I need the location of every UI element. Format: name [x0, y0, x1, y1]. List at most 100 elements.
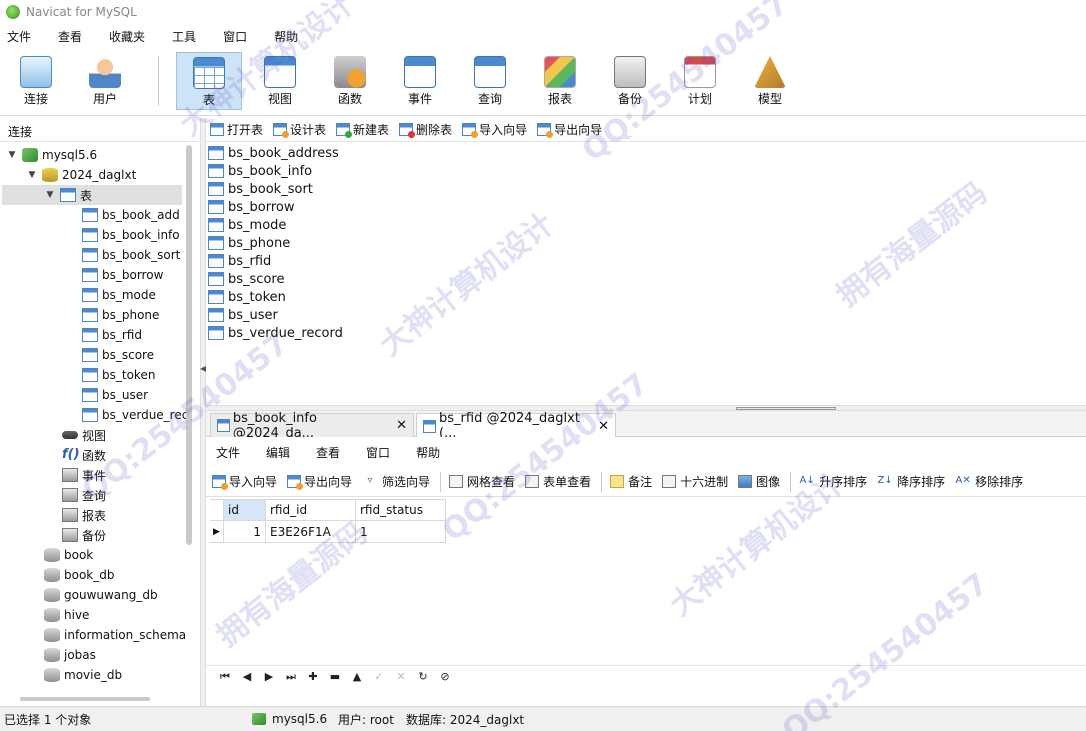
tree-database-open[interactable]: ▼ 2024_daglxt [26, 165, 136, 185]
tree-table-item[interactable]: bs_book_add [82, 205, 180, 225]
tree-database-item[interactable]: movie_db [44, 665, 122, 685]
tree-tables-node[interactable]: ▼ 表 [2, 185, 182, 205]
tree-database-item[interactable]: information_schema [44, 625, 186, 645]
hex-button[interactable]: 十六进制 [662, 473, 728, 490]
apply-changes-icon[interactable]: ✓ [368, 670, 390, 683]
delete-table-button[interactable]: 删除表 [399, 121, 452, 138]
stop-icon[interactable]: ⊘ [434, 670, 456, 683]
object-list-item[interactable]: bs_rfid [208, 252, 271, 270]
object-list-item[interactable]: bs_user [208, 306, 278, 324]
object-list-item[interactable]: bs_phone [208, 234, 290, 252]
toolbar-user-button[interactable]: 用户 [72, 52, 138, 110]
menu-window[interactable]: 窗口 [216, 28, 257, 45]
object-list-item[interactable]: bs_book_sort [208, 180, 313, 198]
tree-vertical-scrollbar[interactable] [186, 145, 192, 545]
inner-menu-view[interactable]: 查看 [316, 444, 340, 461]
refresh-icon[interactable]: ↻ [412, 670, 434, 683]
column-header-rfid-id[interactable]: rfid_id [266, 499, 356, 521]
table-row[interactable]: ▶ 1 E3E26F1A 1 [210, 521, 446, 543]
inner-menu-window[interactable]: 窗口 [366, 444, 390, 461]
remove-sort-button[interactable]: A✕ 移除排序 [955, 473, 1024, 490]
first-record-icon[interactable]: ⏮ [214, 670, 236, 684]
tree-database-item[interactable]: book_db [44, 565, 114, 585]
tree-functions-node[interactable]: f() 函数 [62, 445, 106, 465]
tree-table-item[interactable]: bs_score [82, 345, 154, 365]
tab-bs-book-info[interactable]: bs_book_info @2024_da... ✕ [210, 411, 414, 441]
next-record-icon[interactable]: ▶ [258, 670, 280, 683]
inner-menu-help[interactable]: 帮助 [416, 444, 440, 461]
chevron-down-icon[interactable]: ▼ [44, 190, 56, 200]
column-header-rfid-status[interactable]: rfid_status [356, 499, 446, 521]
toolbar-event-button[interactable]: 事件 [387, 52, 453, 110]
tree-table-item[interactable]: bs_token [82, 365, 155, 385]
toolbar-connection-button[interactable]: 连接 [3, 52, 69, 110]
image-button[interactable]: 图像 [738, 473, 780, 490]
add-record-icon[interactable]: ✚ [302, 670, 324, 683]
edit-record-icon[interactable]: ▲ [346, 670, 368, 683]
filter-wizard-button[interactable]: ▿ 筛选向导 [362, 473, 431, 490]
tree-table-item[interactable]: bs_verdue_rec [82, 405, 188, 425]
cell-id[interactable]: 1 [224, 521, 266, 543]
cell-rfid-status[interactable]: 1 [356, 521, 446, 543]
object-list-item[interactable]: bs_book_info [208, 162, 312, 180]
tree-table-item[interactable]: bs_phone [82, 305, 159, 325]
menu-file[interactable]: 文件 [0, 28, 41, 45]
export-wizard-button[interactable]: 导出向导 [537, 121, 602, 138]
tree-views-node[interactable]: 视图 [62, 425, 106, 445]
new-table-button[interactable]: 新建表 [336, 121, 389, 138]
tree-table-item[interactable]: bs_book_sort [82, 245, 180, 265]
close-icon[interactable]: ✕ [396, 418, 407, 433]
chevron-down-icon[interactable]: ▼ [26, 170, 38, 180]
chevron-down-icon[interactable]: ▼ [6, 150, 18, 160]
import-wizard-button[interactable]: 导入向导 [212, 473, 277, 490]
column-header-id[interactable]: id [224, 499, 266, 521]
object-list-item[interactable]: bs_verdue_record [208, 324, 343, 342]
tree-horizontal-scrollbar[interactable] [20, 697, 150, 701]
import-wizard-button[interactable]: 导入向导 [462, 121, 527, 138]
delete-record-icon[interactable]: ▬ [324, 670, 346, 683]
toolbar-view-button[interactable]: 视图 [247, 52, 313, 110]
object-list-item[interactable]: bs_mode [208, 216, 286, 234]
tree-database-item[interactable]: hive [44, 605, 89, 625]
open-table-button[interactable]: 打开表 [210, 121, 263, 138]
tree-reports-node[interactable]: 报表 [62, 505, 106, 525]
design-table-button[interactable]: 设计表 [273, 121, 326, 138]
object-list-item[interactable]: bs_book_address [208, 144, 339, 162]
grid-view-button[interactable]: 网格查看 [449, 473, 515, 490]
inner-menu-file[interactable]: 文件 [216, 444, 240, 461]
tree-table-item[interactable]: bs_book_info [82, 225, 180, 245]
close-icon[interactable]: ✕ [598, 419, 609, 434]
memo-button[interactable]: 备注 [610, 473, 652, 490]
toolbar-schedule-button[interactable]: 计划 [667, 52, 733, 110]
toolbar-query-button[interactable]: 查询 [457, 52, 523, 110]
object-list-item[interactable]: bs_token [208, 288, 286, 306]
object-list-item[interactable]: bs_borrow [208, 198, 295, 216]
sort-descending-button[interactable]: Z↓ 降序排序 [877, 473, 946, 490]
discard-changes-icon[interactable]: ✕ [390, 670, 412, 683]
form-view-button[interactable]: 表单查看 [525, 473, 591, 490]
export-wizard-button[interactable]: 导出向导 [287, 473, 352, 490]
menu-view[interactable]: 查看 [51, 28, 92, 45]
inner-menu-edit[interactable]: 编辑 [266, 444, 290, 461]
cell-rfid-id[interactable]: E3E26F1A [266, 521, 356, 543]
tree-events-node[interactable]: 事件 [62, 465, 106, 485]
toolbar-table-button[interactable]: 表 [176, 52, 242, 110]
tree-database-item[interactable]: gouwuwang_db [44, 585, 158, 605]
tree-table-item[interactable]: bs_mode [82, 285, 156, 305]
tree-table-item[interactable]: bs_user [82, 385, 148, 405]
tree-table-item[interactable]: bs_borrow [82, 265, 163, 285]
menu-tools[interactable]: 工具 [165, 28, 206, 45]
toolbar-backup-button[interactable]: 备份 [597, 52, 663, 110]
last-record-icon[interactable]: ⏭ [280, 670, 302, 684]
tab-bs-rfid[interactable]: bs_rfid @2024_daglxt (... ✕ [416, 411, 616, 441]
tree-database-item[interactable]: book [44, 545, 93, 565]
menu-help[interactable]: 帮助 [267, 28, 308, 45]
tree-database-item[interactable]: jobas [44, 645, 96, 665]
object-list-item[interactable]: bs_score [208, 270, 284, 288]
toolbar-model-button[interactable]: 模型 [737, 52, 803, 110]
toolbar-report-button[interactable]: 报表 [527, 52, 593, 110]
tree-table-item[interactable]: bs_rfid [82, 325, 142, 345]
previous-record-icon[interactable]: ◀ [236, 670, 258, 683]
tree-queries-node[interactable]: 查询 [62, 485, 106, 505]
menu-favorites[interactable]: 收藏夹 [102, 28, 155, 45]
